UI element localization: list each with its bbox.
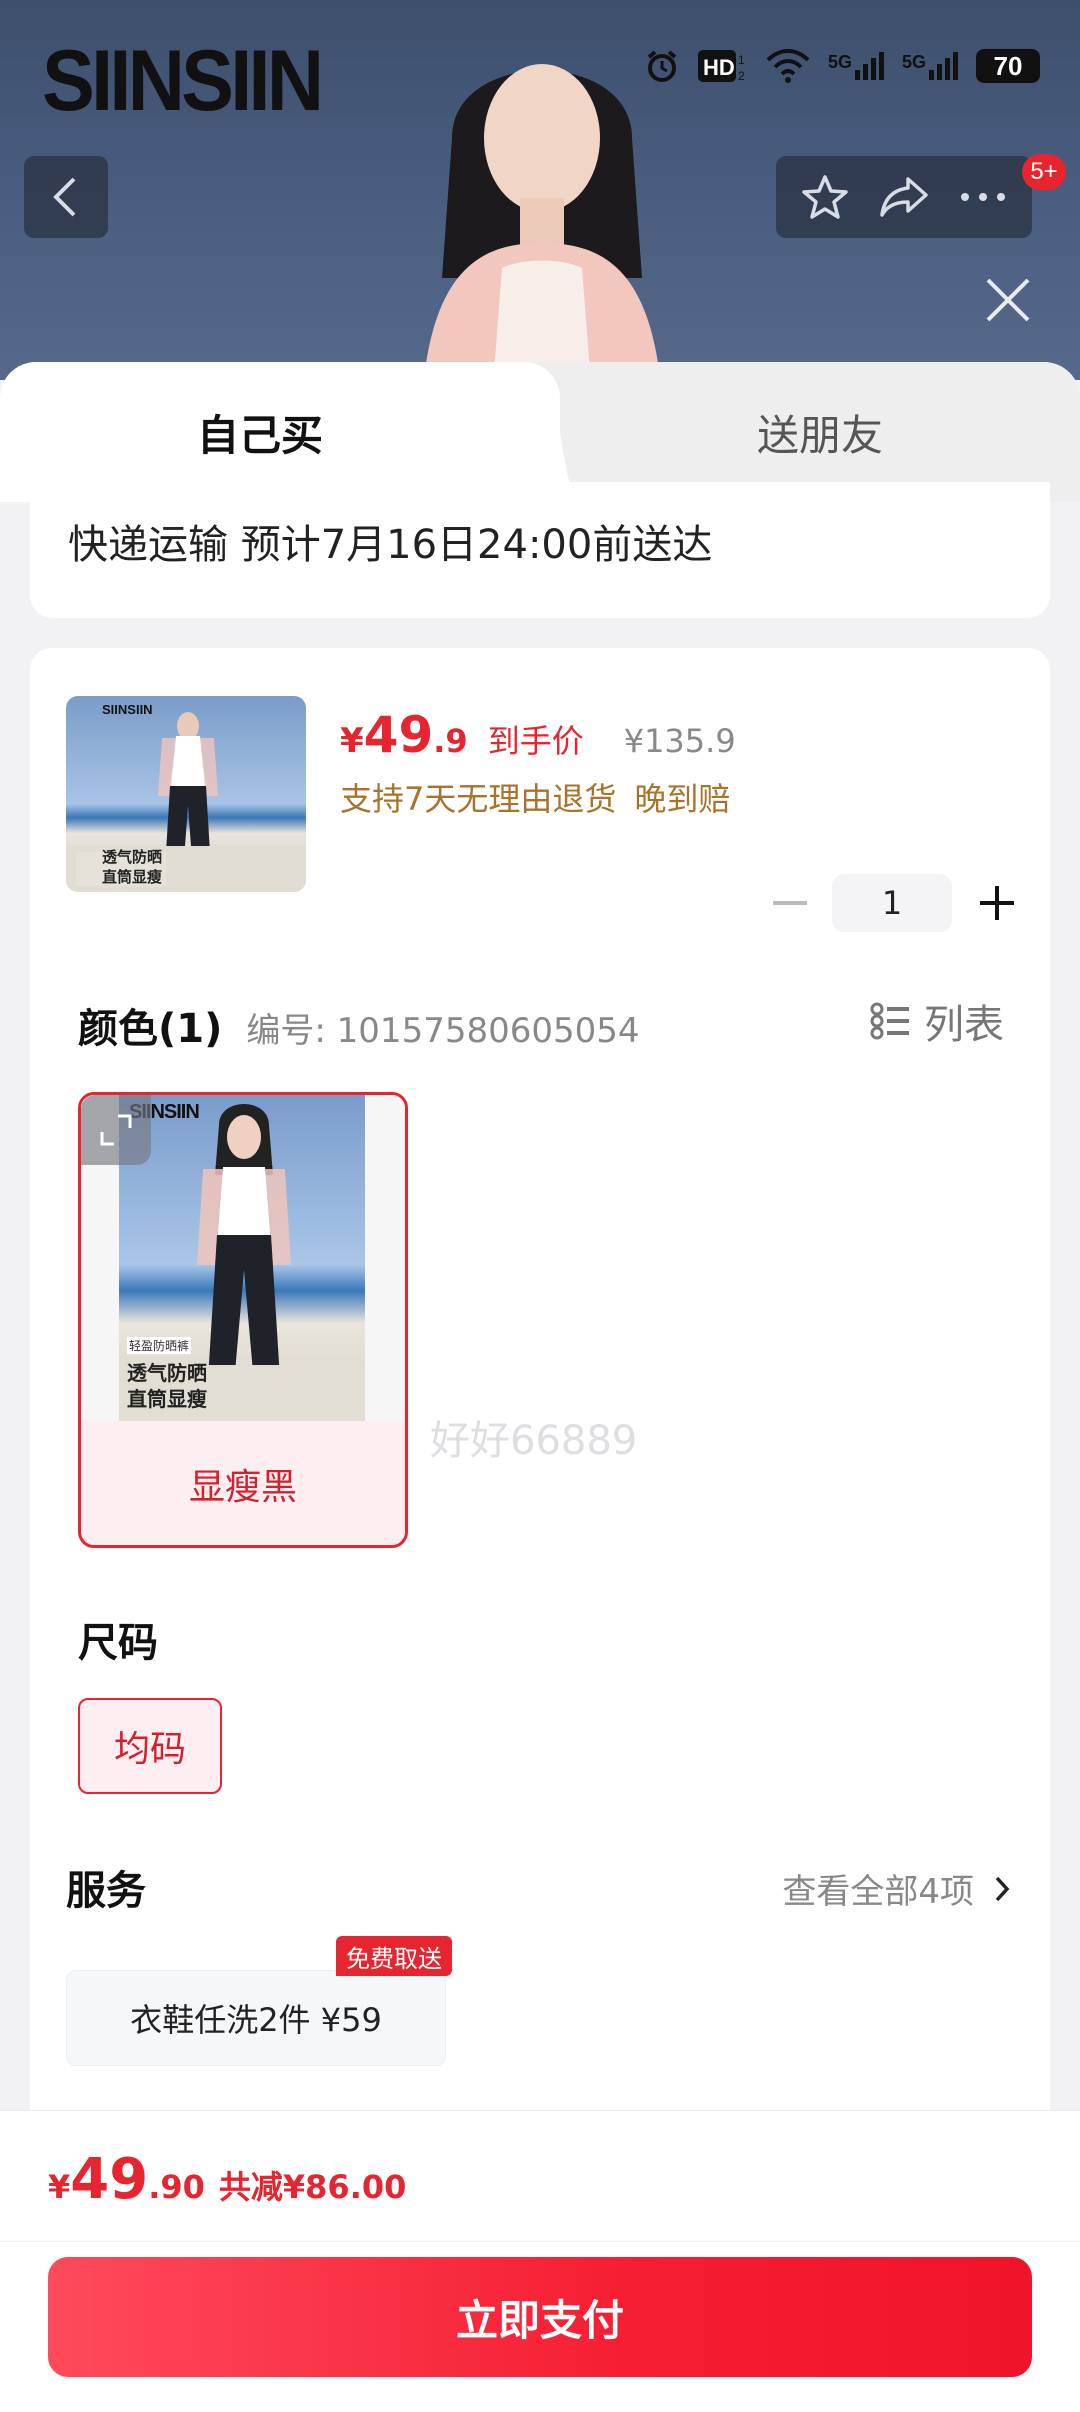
color-variant-option[interactable]: SIINSIIN 轻盈防晒裤 透气防晒 直筒显瘦 显瘦黑 — [78, 1092, 408, 1548]
product-code: 编号: 10157580605054 — [246, 1011, 640, 1051]
price-label: 到手价 — [487, 722, 584, 760]
total-price: ¥ 49 .90 共减¥86.00 — [48, 2147, 406, 2212]
alarm-icon — [647, 50, 677, 82]
chevron-right-icon — [995, 1876, 1010, 1901]
network-label: 5G — [827, 52, 852, 72]
variant-caption-1: 透气防晒 — [127, 1361, 207, 1385]
list-view-toggle[interactable]: 列表 — [870, 992, 1004, 1050]
signal-5g-icon: 5G — [828, 52, 884, 80]
view-all-label: 查看全部4项 — [782, 1872, 974, 1912]
close-icon[interactable] — [978, 270, 1038, 330]
decrease-button[interactable] — [770, 883, 810, 923]
more-icon[interactable] — [959, 191, 1007, 203]
tab-buy-for-self[interactable]: 自己买 — [0, 362, 520, 502]
purchase-tabs: 自己买 送朋友 — [0, 362, 1080, 502]
brand-logo: SIINSIIN — [42, 33, 324, 129]
total-currency: ¥ — [48, 2168, 71, 2206]
price-decimal: .9 — [433, 722, 468, 760]
total-saving: 共减¥86.00 — [218, 2168, 407, 2206]
svg-text:HD: HD — [703, 55, 735, 80]
total-decimal: .90 — [148, 2168, 205, 2206]
wifi-icon — [766, 49, 810, 83]
quantity-stepper: 1 — [770, 874, 1020, 932]
network-label: 5G — [901, 52, 926, 72]
chevron-left-icon — [53, 177, 76, 217]
delivery-estimate: 快递运输 预计7月16日24:00前送达 — [68, 522, 713, 568]
total-integer: 49 — [70, 2147, 149, 2212]
share-icon[interactable] — [878, 175, 930, 219]
thumb-caption-2: 直筒显瘦 — [102, 868, 163, 886]
pay-now-button[interactable]: 立即支付 — [48, 2257, 1032, 2377]
service-title: 服务 — [66, 1868, 146, 1914]
list-toggle-label: 列表 — [924, 1002, 1004, 1048]
service-guarantees: 支持7天无理由退货 晚到赔 — [340, 774, 730, 820]
variant-caption-2: 直筒显瘦 — [127, 1387, 207, 1411]
price-row: ¥ 49 .9 到手价 ¥135.9 — [340, 706, 736, 764]
minus-icon — [773, 901, 807, 905]
variant-image: SIINSIIN 轻盈防晒裤 透气防晒 直筒显瘦 — [81, 1095, 405, 1421]
delivery-info-card: 快递运输 预计7月16日24:00前送达 — [30, 482, 1050, 618]
svg-text:2: 2 — [738, 69, 745, 83]
product-thumbnail[interactable]: SIINSIIN 透气防晒 直筒显瘦 — [66, 696, 306, 892]
original-price: ¥135.9 — [623, 722, 736, 760]
quantity-input[interactable]: 1 — [832, 874, 952, 932]
battery-indicator: 70 — [976, 49, 1040, 83]
increase-button[interactable] — [974, 880, 1020, 926]
plus-icon — [980, 886, 1014, 920]
star-favorite-icon[interactable] — [801, 173, 849, 221]
free-pickup-badge: 免费取送 — [336, 1936, 452, 1976]
size-title: 尺码 — [78, 1620, 158, 1666]
expand-icon — [100, 1114, 132, 1146]
size-option-one-size[interactable]: 均码 — [78, 1698, 222, 1794]
signal-5g-icon-2: 5G — [902, 52, 958, 80]
tab-gift-to-friend[interactable]: 送朋友 — [560, 362, 1080, 502]
variant-color-name: 显瘦黑 — [188, 1467, 297, 1508]
top-action-group — [776, 156, 1032, 238]
product-hero-banner: SIINSIIN HD 1 2 5G 5G 70 5+ — [0, 0, 1080, 380]
purchase-sheet: 自己买 送朋友 快递运输 预计7月16日24:00前送达 SIINSIIN 透气… — [0, 362, 1080, 2412]
view-all-services-link[interactable]: 查看全部4项 — [782, 1864, 1010, 1913]
back-button[interactable] — [24, 156, 108, 238]
variant-tag: 轻盈防晒裤 — [127, 1337, 192, 1354]
checkout-bar: ¥ 49 .90 共减¥86.00 立即支付 — [0, 2110, 1080, 2412]
list-icon — [870, 1002, 909, 1040]
service-option-laundry[interactable]: 衣鞋任洗2件 ¥59 — [66, 1970, 446, 2066]
watermark: 好好66889 — [430, 1418, 638, 1464]
return-policy: 支持7天无理由退货 — [340, 780, 617, 818]
hd-icon: HD 1 2 — [697, 50, 745, 83]
expand-image-button[interactable] — [81, 1095, 151, 1165]
late-compensation: 晚到赔 — [634, 780, 731, 818]
price-integer: 49 — [363, 706, 434, 764]
status-bar: HD 1 2 5G 5G 70 — [644, 48, 1040, 84]
thumb-caption-1: 透气防晒 — [102, 848, 163, 866]
price-currency: ¥ — [340, 721, 364, 761]
color-title: 颜色(1) — [78, 1006, 223, 1052]
svg-text:1: 1 — [738, 53, 745, 67]
color-section-header: 颜色(1) 编号: 10157580605054 — [78, 996, 640, 1054]
notification-badge: 5+ — [1022, 154, 1066, 190]
